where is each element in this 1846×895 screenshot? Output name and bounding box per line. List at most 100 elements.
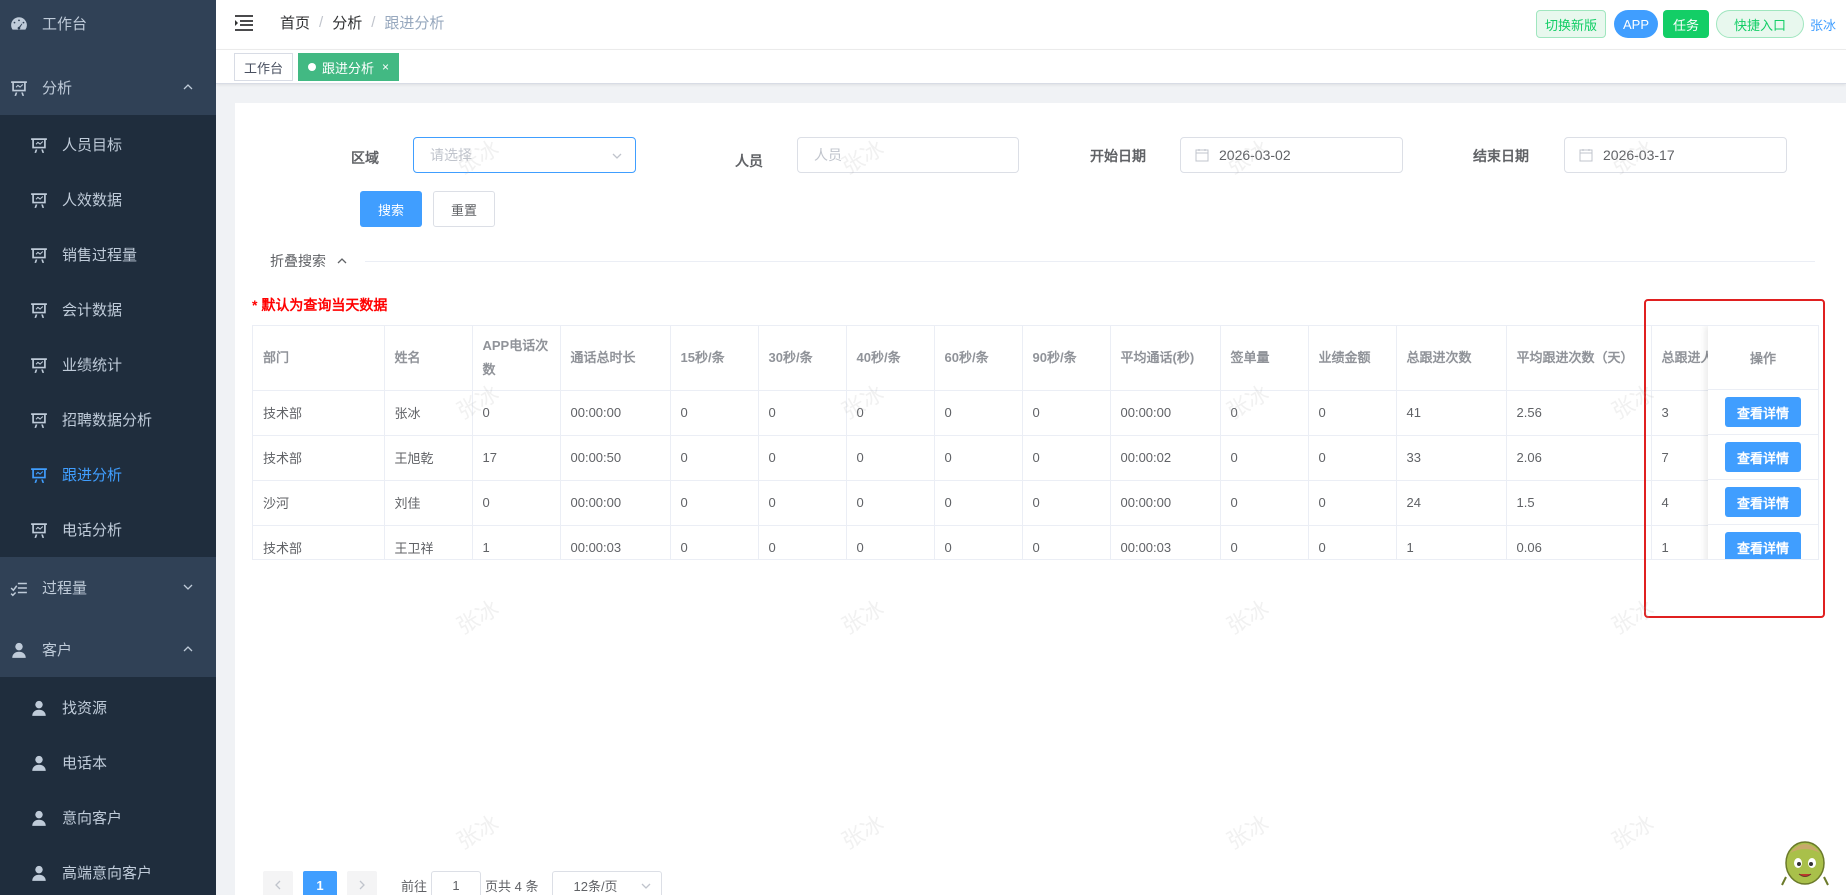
task-button[interactable]: 任务	[1663, 10, 1709, 38]
table-cell: 0	[1220, 435, 1309, 481]
table-cell: 0	[670, 525, 759, 559]
table-cell: 00:00:00	[560, 390, 671, 436]
sidebar-item-process[interactable]: 过程量	[0, 560, 216, 615]
start-date-value: 2026-03-02	[1219, 147, 1291, 163]
top-navbar: 首页 / 分析 / 跟进分析 切换新版 APP 任务 快捷入口 张冰	[216, 0, 1846, 50]
sidebar-subitem[interactable]: 人员目标	[0, 117, 216, 172]
highlight-box	[1644, 299, 1825, 618]
tag-workbench[interactable]: 工作台	[234, 53, 294, 81]
checklist-icon	[10, 579, 28, 597]
table-cell: 33	[1396, 435, 1507, 481]
default-query-notice: * 默认为查询当天数据	[252, 297, 388, 313]
quick-entry-button[interactable]: 快捷入口	[1716, 10, 1804, 38]
sidebar-subitem[interactable]: 高端意向客户	[0, 845, 216, 895]
presentation-icon	[30, 356, 48, 374]
sidebar-subitem[interactable]: 跟进分析	[0, 447, 216, 502]
person-input[interactable]: 人员	[797, 137, 1019, 173]
prev-page-button[interactable]	[263, 871, 293, 895]
end-date-picker[interactable]: 2026-03-17	[1564, 137, 1787, 173]
column-header: 40秒/条	[846, 326, 935, 391]
sidebar-item-workbench[interactable]: 工作台	[0, 0, 216, 47]
pagination: 1 前往 1 页共 4 条 12条/页	[263, 870, 663, 895]
sidebar-item-label: 分析	[42, 80, 73, 97]
sidebar-subitem[interactable]: 销售过程量	[0, 227, 216, 282]
chevron-up-icon	[183, 646, 193, 652]
chevron-down-icon	[183, 584, 193, 590]
column-header: 总跟进次数	[1396, 326, 1507, 391]
table-cell: 0	[934, 435, 1023, 481]
next-page-button[interactable]	[347, 871, 377, 895]
presentation-icon	[30, 136, 48, 154]
table-cell: 0	[1220, 525, 1309, 559]
sidebar-item-customer[interactable]: 客户	[0, 622, 216, 677]
region-select[interactable]: 请选择	[413, 137, 636, 173]
fold-search-toggle[interactable]: 折叠搜索	[270, 251, 348, 271]
main-card: 区域 请选择 人员 人员 开始日期 2026-03-02 结束日期 2026-0…	[235, 103, 1846, 895]
page-number[interactable]: 1	[303, 871, 337, 895]
column-header: 30秒/条	[758, 326, 847, 391]
sidebar-item-label: 人效数据	[62, 192, 123, 209]
divider	[365, 261, 1815, 262]
hamburger-icon[interactable]	[234, 14, 254, 32]
start-date-label: 开始日期	[1090, 148, 1146, 164]
table-cell: 0	[758, 390, 847, 436]
sidebar-subitem[interactable]: 会计数据	[0, 282, 216, 337]
dashboard-icon	[10, 15, 28, 33]
app-button[interactable]: APP	[1614, 10, 1658, 38]
user-name[interactable]: 张冰	[1810, 15, 1836, 34]
region-label: 区域	[351, 150, 379, 166]
page-size-select[interactable]: 12条/页	[552, 871, 663, 895]
chevron-down-icon	[612, 153, 622, 159]
table-row: 沙河 刘佳 0 00:00:00 0 0 0 0 0 00:00:00 0 0 24 1.5 4	[253, 480, 1742, 526]
breadcrumb-separator: /	[371, 14, 376, 31]
column-header: 60秒/条	[934, 326, 1023, 391]
table-cell: 0	[758, 435, 847, 481]
sidebar-subitem[interactable]: 意向客户	[0, 790, 216, 845]
column-header: 平均跟进次数（天）	[1506, 326, 1652, 391]
start-date-picker[interactable]: 2026-03-02	[1180, 137, 1403, 173]
sidebar-item-label: 跟进分析	[62, 467, 123, 484]
table-cell: 00:00:03	[1110, 525, 1221, 559]
active-dot-icon	[308, 63, 316, 71]
sidebar-item-label: 会计数据	[62, 302, 123, 319]
search-button[interactable]: 搜索	[360, 191, 422, 227]
close-icon[interactable]: ×	[382, 60, 389, 74]
table-cell: 24	[1396, 480, 1507, 526]
sidebar-subitem[interactable]: 招聘数据分析	[0, 392, 216, 447]
sidebar-item-label: 过程量	[42, 580, 88, 597]
table-cell: 0	[1308, 525, 1397, 559]
sidebar-subitem[interactable]: 电话本	[0, 735, 216, 790]
sidebar-item-analysis[interactable]: 分析	[0, 60, 216, 115]
reset-button[interactable]: 重置	[433, 191, 495, 227]
calendar-icon	[1579, 149, 1593, 162]
presentation-icon	[30, 246, 48, 264]
tags-view: 工作台 跟进分析 ×	[216, 50, 1846, 84]
goto-suffix: 页共 4 条	[485, 878, 539, 894]
user-icon	[30, 809, 48, 827]
sidebar-subitem[interactable]: 人效数据	[0, 172, 216, 227]
table-cell: 0	[1022, 525, 1111, 559]
sidebar-subitem[interactable]: 业绩统计	[0, 337, 216, 392]
switch-new-version-button[interactable]: 切换新版	[1536, 10, 1606, 38]
mascot-avatar-icon[interactable]	[1780, 833, 1830, 889]
table-cell: 张冰	[384, 390, 473, 436]
goto-page-input[interactable]: 1	[431, 871, 482, 895]
tag-follow-analysis[interactable]: 跟进分析 ×	[298, 53, 400, 81]
breadcrumb: 首页 / 分析 / 跟进分析	[280, 12, 444, 33]
sidebar-subitem[interactable]: 找资源	[0, 680, 216, 735]
user-icon	[30, 699, 48, 717]
table-cell: 0	[934, 390, 1023, 436]
column-header: 签单量	[1220, 326, 1309, 391]
table-cell: 0	[670, 435, 759, 481]
sidebar-subitem[interactable]: 电话分析	[0, 502, 216, 557]
table-cell: 00:00:00	[1110, 390, 1221, 436]
column-header: 平均通话(秒)	[1110, 326, 1221, 391]
table-cell: 0.06	[1506, 525, 1652, 559]
breadcrumb-analysis[interactable]: 分析	[332, 12, 362, 33]
breadcrumb-home[interactable]: 首页	[280, 12, 310, 33]
table-cell: 0	[1220, 480, 1309, 526]
sidebar-item-label: 销售过程量	[62, 247, 138, 264]
chevron-right-icon	[359, 880, 365, 890]
region-placeholder: 请选择	[430, 147, 472, 163]
fold-label: 折叠搜索	[270, 253, 326, 269]
